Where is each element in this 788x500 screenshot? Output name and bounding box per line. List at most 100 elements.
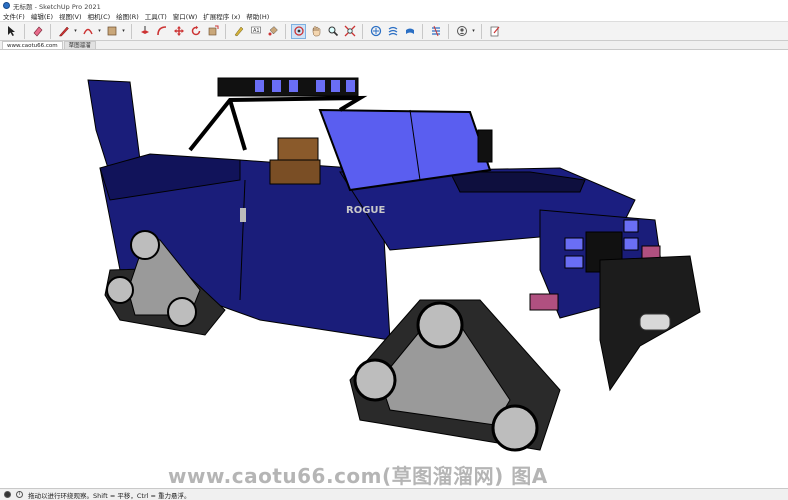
toolbar-separator: [481, 23, 482, 39]
scene-tab-2[interactable]: 草图溜溜: [63, 41, 96, 49]
scale-tool-button[interactable]: [205, 24, 220, 39]
paint-bucket-icon: [268, 26, 278, 36]
extension-warehouse-icon: [388, 26, 397, 36]
tape-measure-icon: [234, 26, 243, 37]
geo-location-icon[interactable]: [4, 491, 11, 498]
layout-icon: [405, 28, 414, 34]
roof-light: [272, 80, 281, 92]
front-track-wheel: [416, 301, 464, 349]
menu-window[interactable]: 窗口(W): [173, 11, 198, 21]
arc-icon: [82, 28, 93, 35]
pan-icon: [312, 26, 320, 37]
notes-button[interactable]: [487, 24, 502, 39]
pencil-icon: [58, 26, 69, 37]
rogue-badge: ROGUE: [346, 205, 386, 216]
zoom-extents-icon: [344, 25, 355, 37]
headlight-left-bottom: [564, 255, 584, 269]
menu-draw[interactable]: 绘图(R): [116, 11, 139, 21]
toolbar-separator: [24, 23, 25, 39]
side-mirror: [477, 129, 493, 163]
door-handle: [240, 208, 246, 222]
window-title: 无标题 - SketchUp Pro 2021: [13, 2, 101, 11]
roof-light: [289, 80, 298, 92]
eraser-tool-button[interactable]: [30, 24, 45, 39]
toolbar-separator: [448, 23, 449, 39]
shape-tool-dropdown[interactable]: ▾: [121, 28, 126, 34]
seat-back: [277, 137, 319, 161]
rotate-icon: [191, 25, 200, 36]
front-track-wheel: [491, 404, 539, 452]
menu-bar: 文件(F) 编辑(E) 视图(V) 相机(C) 绘图(R) 工具(T) 窗口(W…: [0, 11, 788, 21]
text-icon: A1: [250, 26, 261, 34]
menu-tools[interactable]: 工具(T): [145, 11, 167, 21]
toolbar-separator: [362, 23, 363, 39]
toolbar-separator: [285, 23, 286, 39]
zoom-icon: [328, 26, 338, 37]
profile-dropdown[interactable]: ▾: [471, 28, 476, 34]
roll-cage-bar: [228, 99, 247, 151]
profile-icon: [456, 26, 467, 36]
roof-light: [331, 80, 340, 92]
select-tool-button[interactable]: [4, 24, 19, 39]
menu-camera[interactable]: 相机(C): [88, 11, 111, 21]
menu-file[interactable]: 文件(F): [3, 11, 25, 21]
roof-light: [346, 80, 355, 92]
scene-tab-bar: www.caotu66.com 草图溜溜: [0, 41, 788, 50]
status-message: 拖动以进行环绕观察。Shift = 平移，Ctrl = 重力悬浮。: [28, 491, 191, 500]
zoom-extents-tool-button[interactable]: [342, 24, 357, 39]
menu-edit[interactable]: 编辑(E): [31, 11, 53, 21]
rotate-tool-button[interactable]: [188, 24, 203, 39]
marker-light-left: [529, 293, 559, 311]
extension-manager-icon: [431, 25, 440, 37]
select-arrow-icon: [7, 26, 15, 36]
info-icon[interactable]: i: [16, 491, 23, 498]
3d-warehouse-button[interactable]: [368, 24, 383, 39]
watermark-text: www.caotu66.com(草图溜溜网) 图A: [168, 464, 548, 488]
rear-track-wheel: [130, 230, 160, 260]
text-tool-button[interactable]: A1: [248, 24, 263, 39]
follow-me-icon: [156, 26, 166, 36]
roof-light: [255, 80, 264, 92]
jeep-model[interactable]: ROGUE: [0, 50, 788, 488]
rear-track-wheel: [167, 297, 197, 327]
modeling-viewport[interactable]: ROGUE www.caotu66.com(草图溜溜网) 图A: [0, 50, 788, 488]
menu-extensions[interactable]: 扩展程序 (x): [203, 11, 240, 21]
rectangle-icon: [107, 26, 116, 36]
scene-tab-1[interactable]: www.caotu66.com: [2, 41, 63, 49]
line-tool-dropdown[interactable]: ▾: [73, 28, 78, 34]
orbit-tool-button[interactable]: [291, 23, 306, 39]
sketchup-logo-icon: [3, 2, 10, 9]
tape-measure-tool-button[interactable]: [231, 24, 246, 39]
line-tool-button[interactable]: [56, 24, 71, 39]
pan-tool-button[interactable]: [308, 24, 323, 39]
extension-warehouse-button[interactable]: [385, 24, 400, 39]
headlight-right-bottom: [623, 237, 639, 251]
status-bar: i 拖动以进行环绕观察。Shift = 平移，Ctrl = 重力悬浮。: [0, 488, 788, 500]
move-tool-button[interactable]: [171, 24, 186, 39]
rectangle-tool-button[interactable]: [104, 24, 119, 39]
toolbar-separator: [225, 23, 226, 39]
roof-light: [316, 80, 325, 92]
follow-me-tool-button[interactable]: [154, 24, 169, 39]
push-pull-icon: [140, 26, 149, 34]
profile-button[interactable]: [454, 24, 469, 39]
rear-wing: [87, 79, 141, 169]
winch: [639, 313, 671, 331]
menu-view[interactable]: 视图(V): [59, 11, 82, 21]
orbit-icon: [293, 26, 304, 36]
main-toolbar: ▾ ▾ ▾ A1 ▾: [0, 21, 788, 41]
toolbar-separator: [50, 23, 51, 39]
svg-text:A1: A1: [253, 28, 260, 34]
3d-warehouse-icon: [370, 25, 381, 37]
layout-button[interactable]: [402, 24, 417, 39]
arc-tool-dropdown[interactable]: ▾: [97, 28, 102, 34]
push-pull-tool-button[interactable]: [137, 24, 152, 39]
arc-tool-button[interactable]: [80, 24, 95, 39]
extension-manager-button[interactable]: [428, 24, 443, 39]
eraser-icon: [33, 26, 42, 37]
menu-help[interactable]: 帮助(H): [246, 11, 269, 21]
zoom-tool-button[interactable]: [325, 24, 340, 39]
paint-bucket-tool-button[interactable]: [265, 24, 280, 39]
title-bar: 无标题 - SketchUp Pro 2021: [0, 0, 788, 11]
toolbar-separator: [131, 23, 132, 39]
